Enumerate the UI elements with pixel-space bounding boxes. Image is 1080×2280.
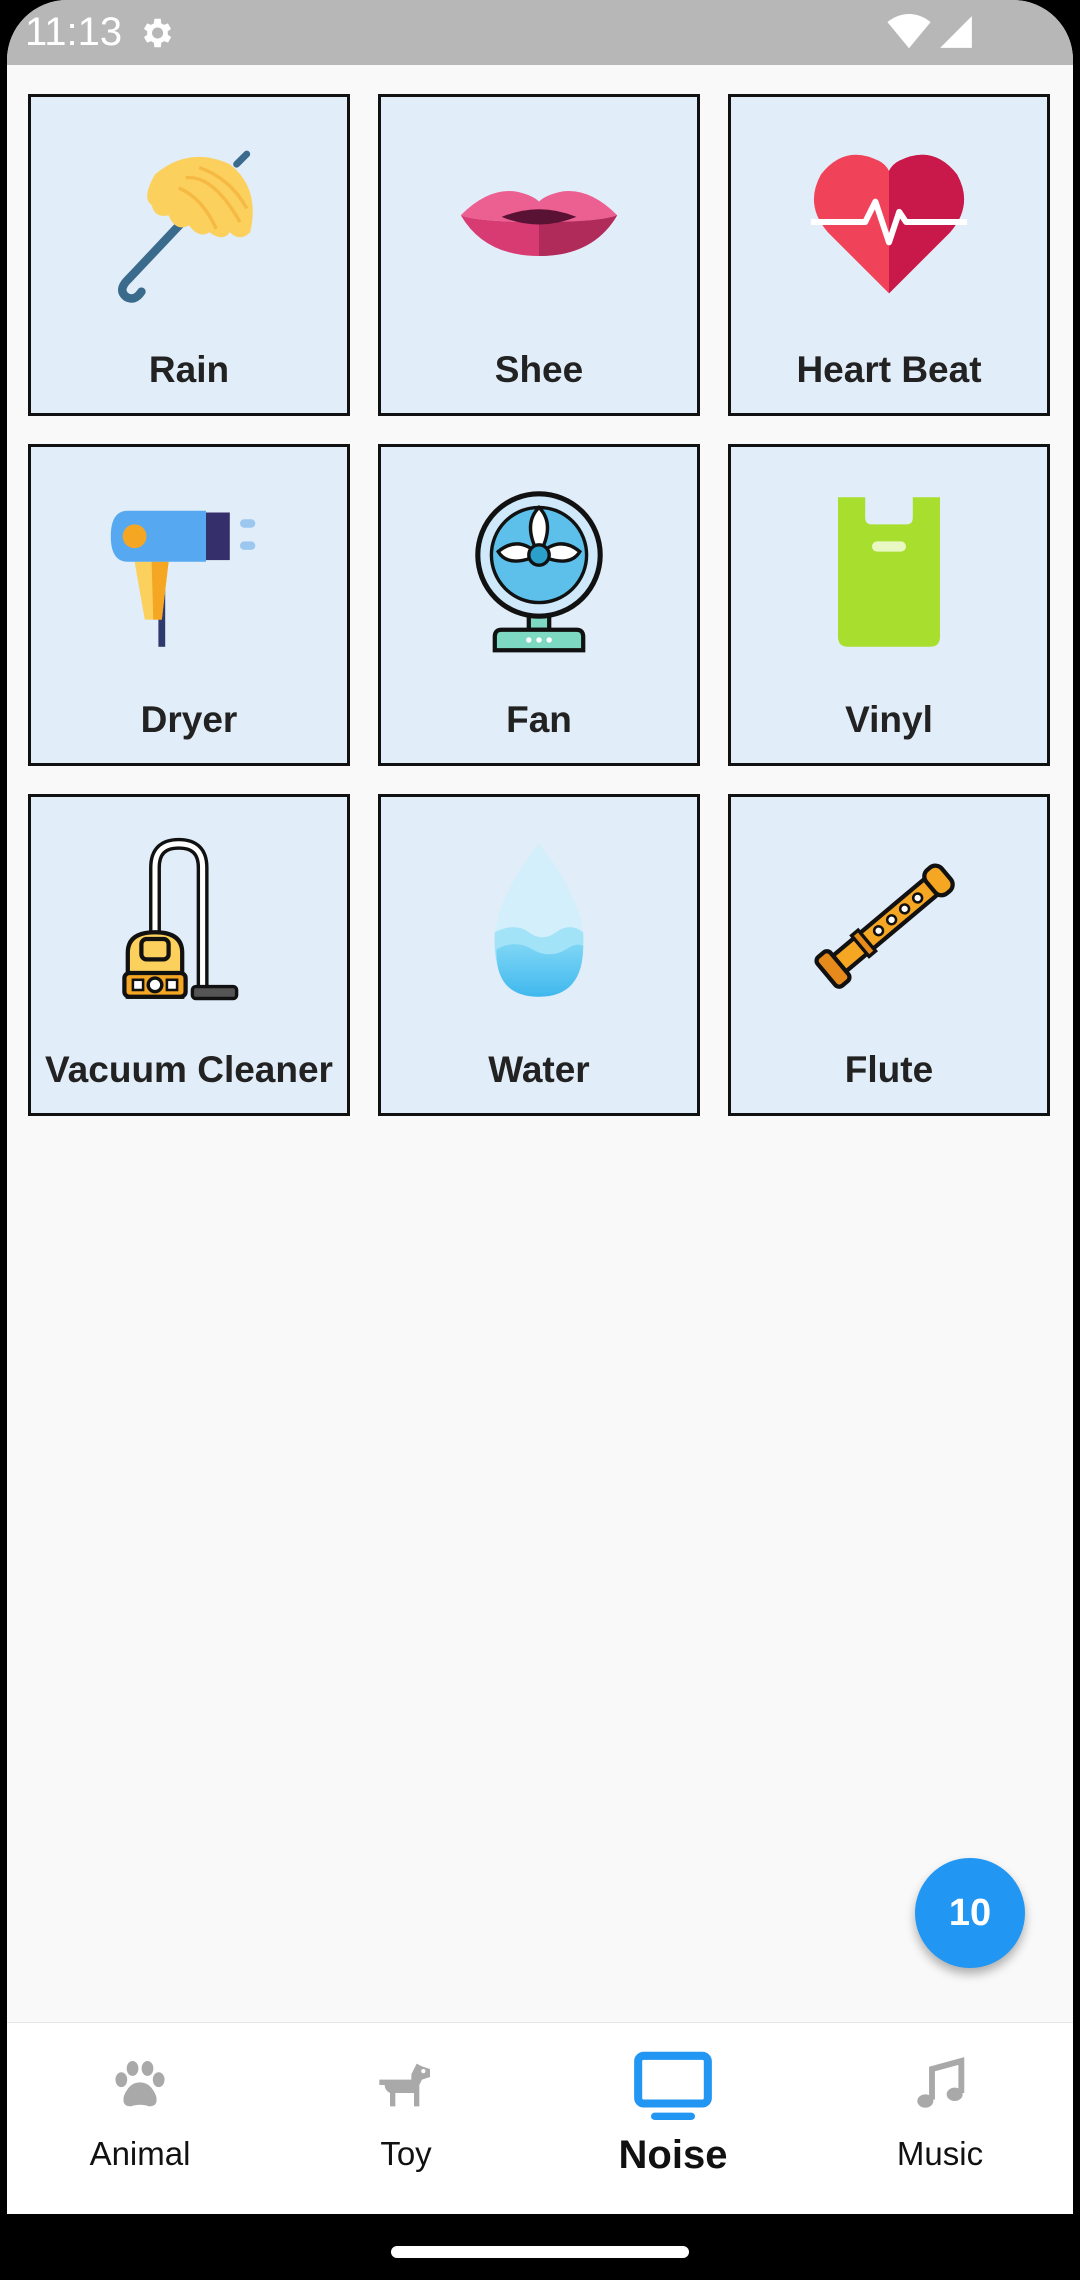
tile-label: Water bbox=[488, 1049, 590, 1090]
nav-label: Noise bbox=[618, 2133, 728, 2177]
nav-label: Toy bbox=[380, 2135, 432, 2172]
tile-water[interactable]: Water bbox=[378, 794, 700, 1116]
tile-flute[interactable]: Flute bbox=[728, 794, 1050, 1116]
tile-label: Heart Beat bbox=[796, 349, 982, 390]
tile-fan[interactable]: Fan bbox=[378, 444, 700, 766]
tv-icon bbox=[634, 2051, 712, 2120]
home-indicator[interactable] bbox=[391, 2246, 689, 2258]
cell-signal-icon bbox=[940, 16, 972, 48]
nav-label: Music bbox=[896, 2135, 984, 2172]
tile-dryer[interactable]: Dryer bbox=[28, 444, 350, 766]
app-screen: 11:13 Rain Shee Heart Beat Dryer Fan Vin… bbox=[7, 0, 1073, 2280]
nav-item-toy[interactable]: Toy bbox=[273, 2023, 539, 2215]
tile-label: Vinyl bbox=[845, 699, 933, 740]
umbrella-icon bbox=[118, 150, 253, 303]
bottom-navigation: Animal Toy Noise Music bbox=[7, 2022, 1073, 2215]
flute-icon bbox=[814, 863, 955, 989]
hair-dryer-icon bbox=[110, 510, 256, 647]
vacuum-cleaner-icon bbox=[122, 837, 239, 1001]
nav-item-music[interactable]: Music bbox=[807, 2023, 1073, 2215]
heart-icon bbox=[810, 154, 968, 294]
tile-label: Fan bbox=[506, 699, 572, 740]
tile-label: Dryer bbox=[140, 699, 238, 740]
nav-item-animal[interactable]: Animal bbox=[7, 2023, 273, 2215]
status-time: 11:13 bbox=[25, 10, 123, 54]
water-drop-icon bbox=[494, 843, 584, 997]
nav-label: Animal bbox=[89, 2135, 191, 2172]
tile-vinyl[interactable]: Vinyl bbox=[728, 444, 1050, 766]
music-note-icon bbox=[917, 2057, 965, 2108]
counter-fab[interactable]: 10 bbox=[915, 1858, 1025, 1968]
sound-grid: Rain Shee Heart Beat Dryer Fan Vinyl Vac… bbox=[28, 94, 1050, 1116]
tile-rain[interactable]: Rain bbox=[28, 94, 350, 416]
tile-vacuum-cleaner[interactable]: Vacuum Cleaner bbox=[28, 794, 350, 1116]
lips-icon bbox=[460, 191, 618, 256]
status-bar: 11:13 bbox=[7, 0, 1073, 65]
toy-dog-icon bbox=[379, 2063, 430, 2107]
wifi-icon bbox=[887, 14, 931, 49]
tile-heart-beat[interactable]: Heart Beat bbox=[728, 94, 1050, 416]
tile-shee[interactable]: Shee bbox=[378, 94, 700, 416]
system-home-bar bbox=[7, 2214, 1073, 2280]
tile-label: Flute bbox=[844, 1049, 934, 1090]
tile-label: Rain bbox=[148, 349, 230, 390]
settings-gear-icon bbox=[143, 18, 172, 48]
tile-label: Vacuum Cleaner bbox=[45, 1049, 333, 1090]
paw-icon bbox=[115, 2061, 165, 2107]
nav-item-noise[interactable]: Noise bbox=[540, 2023, 806, 2215]
tile-label: Shee bbox=[494, 349, 584, 390]
plastic-bag-icon bbox=[838, 497, 940, 647]
fan-icon bbox=[475, 491, 603, 653]
